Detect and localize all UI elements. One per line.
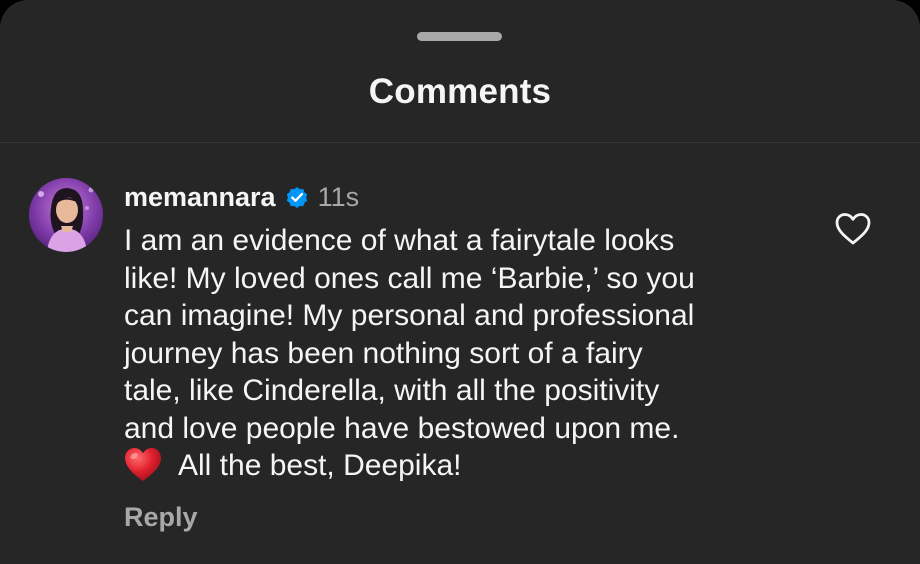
- comment-username[interactable]: memannara: [124, 182, 276, 213]
- comment-line: like! My loved ones call me ‘Barbie,’ so…: [124, 261, 695, 295]
- sheet-title: Comments: [368, 72, 552, 111]
- red-heart-emoji-icon: [124, 447, 162, 483]
- comment-line: journey has been nothing sort of a fairy: [124, 336, 643, 370]
- comment-line: and love people have bestowed upon me.: [124, 411, 680, 445]
- drag-handle[interactable]: [417, 32, 502, 41]
- reply-button[interactable]: Reply: [124, 502, 198, 533]
- like-button[interactable]: [831, 207, 875, 251]
- comment-line: can imagine! My personal and professiona…: [124, 299, 695, 332]
- verified-badge-icon: [284, 184, 310, 210]
- comment-signoff: All the best, Deepika!: [178, 449, 462, 482]
- comment-line: I am an evidence of what a fairytale loo…: [124, 224, 675, 257]
- comment-line-last: All the best, Deepika!: [124, 447, 804, 485]
- avatar[interactable]: [29, 178, 103, 252]
- comments-sheet: Comments memannara 11s I am an evidence …: [0, 0, 920, 564]
- avatar-photo: [29, 178, 103, 252]
- comment-timestamp: 11s: [317, 181, 360, 212]
- comment-line: tale, like Cinderella, with all the posi…: [124, 374, 660, 407]
- header-divider: [0, 142, 920, 143]
- comment-text: I am an evidence of what a fairytale loo…: [124, 222, 804, 485]
- comment-header: memannara 11s: [124, 180, 359, 214]
- heart-outline-icon: [835, 213, 871, 245]
